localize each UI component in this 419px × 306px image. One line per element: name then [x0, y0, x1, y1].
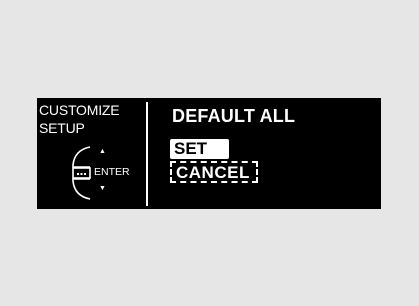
- scroll-down-indicator-icon: ▼: [99, 185, 106, 192]
- enter-label: ENTER: [94, 166, 130, 178]
- option-cancel[interactable]: CANCEL: [170, 161, 258, 183]
- context-title-line2: SETUP: [39, 120, 85, 136]
- setting-title: DEFAULT ALL: [172, 106, 296, 126]
- context-panel: CUSTOMIZE SETUP ▲ ENTER ▼: [37, 98, 147, 209]
- page: CUSTOMIZE SETUP ▲ ENTER ▼ DEFAULT ALL SE…: [0, 0, 419, 306]
- scroll-up-indicator-icon: ▲: [99, 148, 106, 155]
- setting-panel: DEFAULT ALL SET CANCEL: [148, 98, 381, 209]
- context-title-line1: CUSTOMIZE: [39, 102, 120, 118]
- option-set[interactable]: SET: [170, 139, 230, 159]
- interface-dial-icon: [72, 146, 91, 200]
- display-screen: CUSTOMIZE SETUP ▲ ENTER ▼ DEFAULT ALL SE…: [37, 98, 381, 209]
